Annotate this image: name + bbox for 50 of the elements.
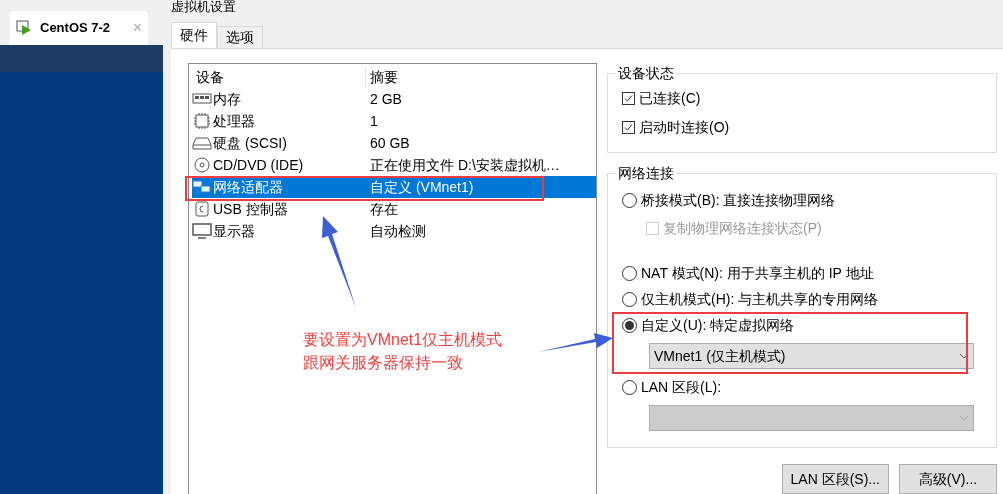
device-summary: 自定义 (VMnet1)	[370, 177, 474, 197]
group-title: 设备状态	[617, 64, 675, 83]
tab[interactable]: 硬件	[171, 22, 217, 48]
device-name: 显示器	[213, 221, 255, 241]
vm-tab[interactable]: CentOS 7-2 ×	[10, 11, 148, 45]
memory-icon	[192, 91, 212, 107]
annotation-text: 要设置为VMnet1仅主机模式 跟网关服务器保持一致	[303, 330, 503, 373]
device-row[interactable]: 硬盘 (SCSI) 60 GB	[192, 132, 596, 154]
device-row[interactable]: 显示器 自动检测	[192, 220, 596, 242]
device-summary: 存在	[370, 199, 398, 219]
radio-button[interactable]: 自定义(U): 特定虚拟网络	[622, 315, 982, 335]
device-summary: 2 GB	[370, 89, 402, 109]
disc-icon	[192, 157, 212, 173]
tab[interactable]: 选项	[217, 26, 263, 48]
monitor-icon	[192, 223, 212, 239]
dialog-button[interactable]: 高级(V)...	[899, 464, 997, 494]
device-summary: 自动检测	[370, 221, 426, 241]
column-header: 摘要	[369, 67, 398, 87]
radio-button[interactable]: 桥接模式(B): 直接连接物理网络	[622, 190, 982, 210]
usb-icon	[192, 201, 212, 217]
window-title: 虚拟机设置	[170, 0, 237, 16]
device-row[interactable]: 内存 2 GB	[192, 88, 596, 110]
radio-button[interactable]: NAT 模式(N): 用于共享主机的 IP 地址	[622, 263, 982, 283]
column-header: 设备	[192, 66, 366, 88]
device-row[interactable]: 处理器 1	[192, 110, 596, 132]
device-name: 硬盘 (SCSI)	[213, 133, 287, 153]
device-name: 内存	[213, 89, 241, 109]
device-row[interactable]: 网络适配器 自定义 (VMnet1)	[192, 176, 596, 198]
device-name: 网络适配器	[213, 177, 283, 197]
check-icon	[624, 94, 633, 103]
chevron-down-icon	[959, 415, 969, 421]
device-summary: 1	[370, 111, 378, 131]
network-icon	[192, 179, 212, 195]
device-row[interactable]: USB 控制器 存在	[192, 198, 596, 220]
device-name: CD/DVD (IDE)	[213, 155, 304, 175]
device-summary: 正在使用文件 D:\安装虚拟机…	[370, 155, 560, 175]
device-name: 处理器	[213, 111, 255, 131]
chevron-down-icon	[959, 353, 969, 359]
chip-icon	[192, 113, 212, 129]
device-row[interactable]: CD/DVD (IDE) 正在使用文件 D:\安装虚拟机…	[192, 154, 596, 176]
dropdown[interactable]: VMnet1 (仅主机模式)	[649, 343, 974, 369]
checkbox[interactable]: 已连接(C)	[622, 88, 982, 109]
dialog-button[interactable]: LAN 区段(S)...	[781, 464, 889, 494]
checkbox[interactable]: 启动时连接(O)	[622, 117, 982, 138]
group-title: 网络连接	[617, 164, 675, 183]
device-name: USB 控制器	[213, 199, 288, 219]
radio-button[interactable]: 仅主机模式(H): 与主机共享的专用网络	[622, 289, 982, 309]
check-icon	[624, 123, 633, 132]
radio-button[interactable]: LAN 区段(L):	[622, 377, 982, 397]
device-summary: 60 GB	[370, 133, 410, 153]
